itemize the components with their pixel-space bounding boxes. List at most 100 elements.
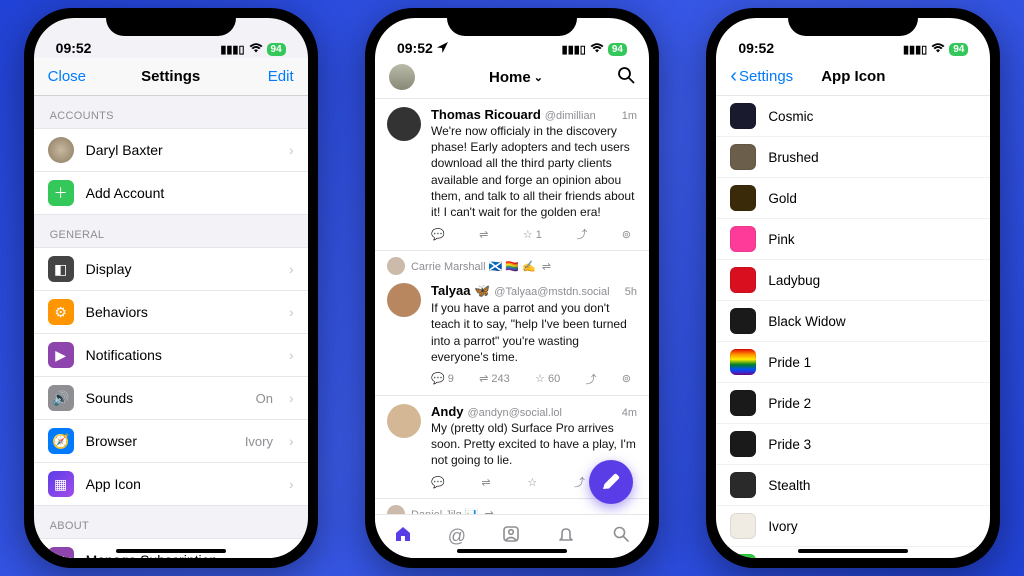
back-button[interactable]: ‹ Settings [730,65,793,88]
icon-swatch [730,226,756,252]
icon-option-pink[interactable]: Pink [716,219,990,260]
signal-icon: ▮▮▮▯ [903,43,927,56]
more-button[interactable]: ⊚ [622,226,631,242]
wifi-icon [931,43,945,56]
chevron-icon: › [289,304,294,320]
timeline-selector[interactable]: Home ⌄ [489,69,543,86]
icon-option-pride-3[interactable]: Pride 3 [716,424,990,465]
nav-bar: Close Settings Edit [34,58,308,96]
status-time: 09:52 [56,40,92,56]
favorite-button[interactable]: ☆ 1 [523,226,542,242]
chevron-icon: › [289,261,294,277]
favorite-button[interactable]: ☆ [527,474,537,490]
post-avatar[interactable] [387,283,421,317]
post-text: If you have a parrot and you don't teach… [431,300,637,365]
home-indicator[interactable] [116,549,226,553]
boost-icon: ⇌ [542,260,551,273]
battery-icon: 94 [267,43,286,56]
icon-option-gold[interactable]: Gold [716,178,990,219]
reply-button[interactable]: 💬 9 [431,371,454,387]
icon-option-pride-1[interactable]: Pride 1 [716,342,990,383]
tab-profile[interactable] [501,524,521,549]
chevron-icon: › [289,433,294,449]
icon-label: Ivory [768,519,797,534]
boost-button[interactable]: ⇌ 243 [479,371,510,387]
settings-row-app-icon[interactable]: ▦ App Icon › [34,463,308,505]
more-button[interactable]: ⊚ [622,371,631,387]
settings-row-sounds[interactable]: 🔊 SoundsOn › [34,377,308,420]
tab-mentions[interactable]: @ [448,526,466,547]
add-account-row[interactable]: ＋ Add Account [34,172,308,214]
section-accounts: ACCOUNTS [34,96,308,128]
icon-option-pride-2[interactable]: Pride 2 [716,383,990,424]
status-bar: 09:52 ▮▮▮▯ 94 [716,18,990,58]
post[interactable]: Thomas Ricouard @dimillian 1m We're now … [375,99,649,251]
boost-button[interactable]: ⇌ [481,474,490,490]
status-bar: 09:52 ▮▮▮▯ 94 [34,18,308,58]
post-author[interactable]: Talyaa 🦋 [431,283,490,299]
post-author[interactable]: Andy [431,404,464,419]
post-author[interactable]: Thomas Ricouard [431,107,541,122]
section-about: ABOUT [34,506,308,538]
post-avatar[interactable] [387,404,421,438]
edit-button[interactable]: Edit [268,68,294,85]
sounds-icon: 🔊 [48,385,74,411]
settings-row-display[interactable]: ◧ Display › [34,248,308,291]
post-avatar[interactable] [387,107,421,141]
settings-row-notifications[interactable]: ▶ Notifications › [34,334,308,377]
account-name: Daryl Baxter [86,142,273,158]
post-actions: 💬 9 ⇌ 243 ☆ 60 ⤴ ⊚ [431,371,637,387]
post-actions: 💬 ⇌ ☆ 1 ⤴ ⊚ [431,226,637,242]
icon-option-stealth[interactable]: Stealth [716,465,990,506]
post-text: We're now officialy in the discovery pha… [431,123,637,220]
reply-button[interactable]: 💬 [431,474,445,490]
reply-button[interactable]: 💬 [431,226,445,242]
wifi-icon [590,43,604,56]
tab-home[interactable] [393,524,413,549]
status-time: 09:52 [397,40,433,56]
post-time: 4m [622,407,637,419]
signal-icon: ▮▮▮▯ [220,43,244,56]
nav-bar: ‹ Settings App Icon [716,58,990,96]
behaviors-icon: ⚙ [48,299,74,325]
manage-icon: ✓ [48,547,74,558]
tab-notifications[interactable] [556,524,576,549]
appicon-content[interactable]: Cosmic Brushed Gold Pink Ladybug Black W… [716,96,990,558]
display-icon: ◧ [48,256,74,282]
post[interactable]: Talyaa 🦋 @Talyaa@mstdn.social 5h If you … [375,275,649,396]
page-title: Settings [141,68,200,85]
share-button[interactable]: ⤴ [585,371,596,387]
home-indicator[interactable] [457,549,567,553]
icon-option-ivory[interactable]: Ivory [716,506,990,547]
post-handle: @andyn@social.lol [467,407,562,419]
cell-value: On [256,391,273,406]
favorite-button[interactable]: ☆ 60 [535,371,560,387]
close-button[interactable]: Close [48,68,86,85]
feed-content[interactable]: Thomas Ricouard @dimillian 1m We're now … [375,99,649,514]
boost-button[interactable]: ⇌ [479,226,488,242]
icon-option-cosmic[interactable]: Cosmic [716,96,990,137]
cell-value: Ivory [245,434,273,449]
icon-swatch [730,390,756,416]
icon-option-brushed[interactable]: Brushed [716,137,990,178]
account-row[interactable]: Daryl Baxter › [34,129,308,172]
booster-avatar [387,505,405,514]
icon-label: Ladybug [768,273,820,288]
icon-label: Stealth [768,478,810,493]
status-bar: 09:52 ▮▮▮▯ 94 [375,18,649,58]
search-icon[interactable] [617,66,635,89]
icon-option-black-widow[interactable]: Black Widow [716,301,990,342]
status-time: 09:52 [738,40,774,56]
icon-option-ladybug[interactable]: Ladybug [716,260,990,301]
home-indicator[interactable] [798,549,908,553]
icon-swatch [730,513,756,539]
share-button[interactable]: ⤴ [574,474,585,490]
settings-row-browser[interactable]: 🧭 BrowserIvory › [34,420,308,463]
chevron-icon: › [289,390,294,406]
settings-row-behaviors[interactable]: ⚙ Behaviors › [34,291,308,334]
share-button[interactable]: ⤴ [576,226,587,242]
tab-search[interactable] [611,524,631,549]
compose-button[interactable] [589,460,633,504]
profile-avatar[interactable] [389,64,415,90]
feed-header: Home ⌄ [375,58,649,99]
